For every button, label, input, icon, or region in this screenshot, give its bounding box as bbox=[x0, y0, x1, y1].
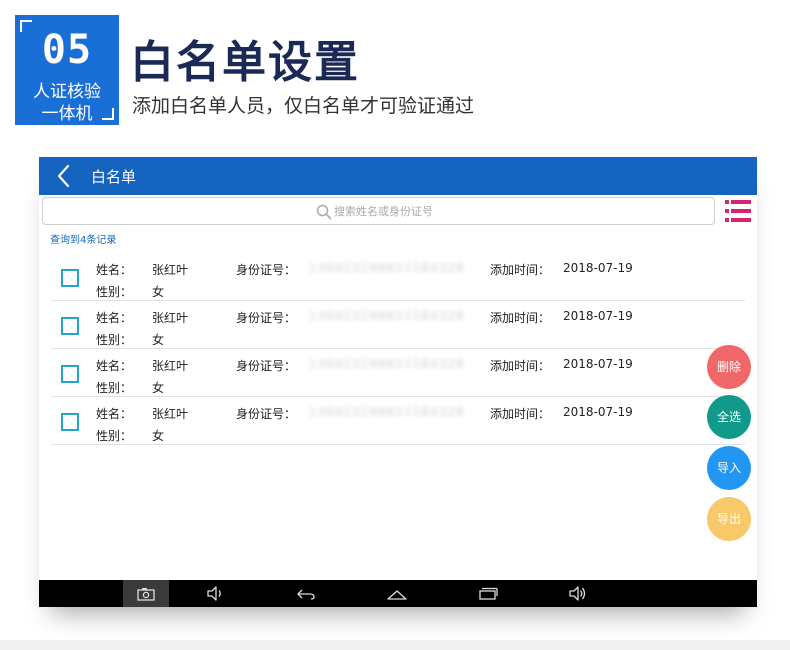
gender-label: 性别： bbox=[96, 429, 133, 443]
system-nav-bar bbox=[39, 580, 757, 607]
nav-camera-button[interactable] bbox=[123, 580, 169, 607]
added-label: 添加时间： bbox=[490, 263, 551, 277]
row-checkbox[interactable] bbox=[61, 269, 79, 287]
person-name: 张红叶 bbox=[152, 263, 189, 277]
list-menu-icon[interactable] bbox=[725, 199, 751, 223]
gender-label: 性别： bbox=[96, 285, 133, 299]
name-label: 姓名： bbox=[96, 407, 133, 421]
nav-home-button[interactable] bbox=[374, 580, 420, 607]
person-gender: 女 bbox=[152, 333, 165, 347]
badge-number: 05 bbox=[41, 27, 93, 73]
chevron-left-icon[interactable] bbox=[53, 164, 77, 188]
product-badge: 05 人证核验 一体机 bbox=[15, 15, 119, 125]
added-date: 2018-07-19 bbox=[563, 357, 633, 371]
added-label: 添加时间： bbox=[490, 311, 551, 325]
added-date: 2018-07-19 bbox=[563, 261, 633, 275]
volume-up-icon bbox=[569, 586, 586, 601]
nav-back-button[interactable] bbox=[283, 580, 329, 607]
tablet-screen: 白名单 查询到4条记录 姓名： 张红叶 身份证号： 1304231 bbox=[39, 157, 757, 607]
nav-recent-apps-button[interactable] bbox=[465, 580, 511, 607]
added-label: 添加时间： bbox=[490, 359, 551, 373]
page: 05 人证核验 一体机 白名单设置 添加白名单人员，仅白名单才可验证通过 白名单 bbox=[0, 0, 790, 650]
page-bottom-strip bbox=[0, 640, 790, 650]
person-name: 张红叶 bbox=[152, 311, 189, 325]
id-label: 身份证号： bbox=[236, 263, 297, 277]
name-label: 姓名： bbox=[96, 359, 133, 373]
page-title: 白名单 bbox=[91, 168, 137, 186]
list-item[interactable]: 姓名： 张红叶 身份证号： 130423198811184328 添加时间： 2… bbox=[51, 253, 745, 301]
feature-subtitle: 添加白名单人员，仅白名单才可验证通过 bbox=[132, 95, 475, 117]
name-label: 姓名： bbox=[96, 263, 133, 277]
feature-title: 白名单设置 bbox=[130, 37, 360, 88]
delete-button[interactable]: 删除 bbox=[707, 345, 751, 389]
nav-volume-up-button[interactable] bbox=[555, 580, 601, 607]
added-date: 2018-07-19 bbox=[563, 405, 633, 419]
volume-down-icon bbox=[207, 586, 221, 601]
nav-volume-down-button[interactable] bbox=[193, 580, 239, 607]
recent-apps-icon bbox=[479, 587, 498, 600]
search-bar[interactable] bbox=[42, 197, 715, 225]
gender-label: 性别： bbox=[96, 333, 133, 347]
list-item[interactable]: 姓名： 张红叶 身份证号： 130423198811184328 添加时间： 2… bbox=[51, 301, 745, 349]
badge-product-line2: 一体机 bbox=[41, 104, 93, 124]
list-item[interactable]: 姓名： 张红叶 身份证号： 130423198811184328 添加时间： 2… bbox=[51, 349, 745, 397]
camera-icon bbox=[137, 588, 155, 601]
row-checkbox[interactable] bbox=[61, 365, 79, 383]
result-count: 查询到4条记录 bbox=[50, 235, 117, 246]
row-checkbox[interactable] bbox=[61, 317, 79, 335]
search-input[interactable] bbox=[334, 201, 694, 221]
whitelist-list: 姓名： 张红叶 身份证号： 130423198811184328 添加时间： 2… bbox=[51, 253, 745, 445]
name-label: 姓名： bbox=[96, 311, 133, 325]
person-gender: 女 bbox=[152, 429, 165, 443]
import-button[interactable]: 导入 bbox=[707, 446, 751, 490]
id-number-blurred: 130423198811184328 bbox=[309, 309, 465, 323]
id-number-blurred: 130423198811184328 bbox=[309, 357, 465, 371]
added-date: 2018-07-19 bbox=[563, 309, 633, 323]
list-item[interactable]: 姓名： 张红叶 身份证号： 130423198811184328 添加时间： 2… bbox=[51, 397, 745, 445]
person-name: 张红叶 bbox=[152, 407, 189, 421]
id-label: 身份证号： bbox=[236, 359, 297, 373]
person-name: 张红叶 bbox=[152, 359, 189, 373]
person-gender: 女 bbox=[152, 381, 165, 395]
person-gender: 女 bbox=[152, 285, 165, 299]
export-button[interactable]: 导出 bbox=[707, 497, 751, 541]
search-icon bbox=[316, 204, 332, 220]
back-arrow-icon bbox=[297, 589, 315, 600]
id-number-blurred: 130423198811184328 bbox=[309, 261, 465, 275]
home-icon bbox=[387, 590, 407, 600]
select-all-button[interactable]: 全选 bbox=[707, 395, 751, 439]
id-label: 身份证号： bbox=[236, 407, 297, 421]
row-checkbox[interactable] bbox=[61, 413, 79, 431]
gender-label: 性别： bbox=[96, 381, 133, 395]
added-label: 添加时间： bbox=[490, 407, 551, 421]
id-number-blurred: 130423198811184328 bbox=[309, 405, 465, 419]
app-topbar: 白名单 bbox=[39, 157, 757, 195]
id-label: 身份证号： bbox=[236, 311, 297, 325]
